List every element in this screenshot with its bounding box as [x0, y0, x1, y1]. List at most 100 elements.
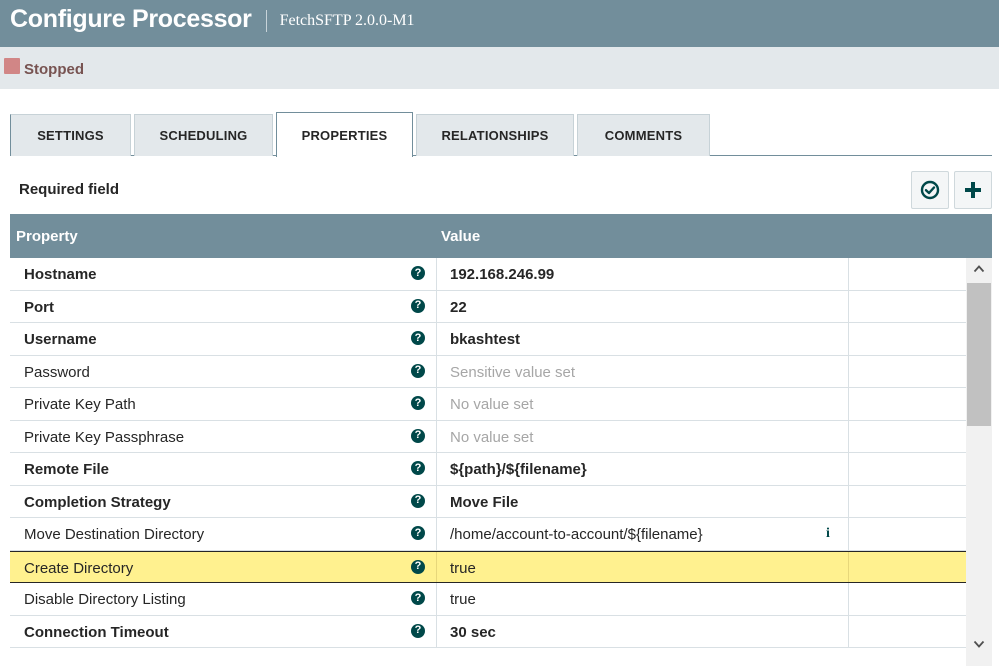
help-icon[interactable]: ? — [411, 331, 425, 345]
property-name: Username — [24, 331, 97, 348]
tab-comments[interactable]: COMMENTS — [577, 114, 710, 156]
help-icon[interactable]: ? — [411, 298, 425, 313]
help-icon[interactable]: ? — [411, 266, 425, 280]
table-row[interactable]: Remote File? ${path}/${filename} — [10, 453, 966, 486]
column-divider — [848, 551, 849, 582]
add-property-button[interactable] — [954, 171, 992, 209]
table-row[interactable]: Connection Timeout? 30 sec — [10, 615, 966, 648]
table-row[interactable]: Private Key Path? No value set — [10, 388, 966, 421]
tab-label: COMMENTS — [604, 128, 683, 143]
tab-bar: SETTINGS SCHEDULING PROPERTIES RELATIONS… — [10, 112, 992, 157]
column-divider — [848, 485, 849, 517]
scroll-up-arrow-icon[interactable] — [973, 263, 985, 275]
tab-settings[interactable]: SETTINGS — [10, 114, 131, 156]
column-divider — [436, 453, 437, 485]
table-row[interactable]: Hostname? 192.168.246.99 — [10, 258, 966, 291]
help-icon[interactable]: ? — [411, 461, 425, 475]
property-value[interactable]: No value set — [450, 429, 533, 446]
property-name: Completion Strategy — [24, 493, 171, 511]
help-icon[interactable]: ? — [411, 591, 425, 605]
column-divider — [848, 258, 849, 290]
status-text: Stopped — [24, 60, 84, 78]
tab-label: SCHEDULING — [159, 128, 248, 143]
table-row[interactable]: Port? 22 — [10, 290, 966, 323]
column-divider — [436, 420, 437, 452]
help-icon[interactable]: ? — [411, 559, 425, 574]
property-name: Private Key Passphrase — [24, 428, 185, 446]
column-divider — [436, 290, 437, 322]
column-divider — [848, 518, 849, 550]
tab-properties[interactable]: PROPERTIES — [276, 112, 413, 157]
vertical-scrollbar[interactable] — [966, 258, 992, 666]
column-divider — [436, 518, 437, 550]
column-divider — [848, 290, 849, 322]
column-header-property[interactable]: Property — [16, 228, 78, 245]
column-divider — [848, 420, 849, 452]
tab-scheduling[interactable]: SCHEDULING — [134, 114, 273, 156]
column-divider — [436, 551, 437, 582]
column-divider — [436, 323, 437, 355]
info-icon[interactable]: i — [826, 526, 830, 542]
property-value[interactable]: No value set — [450, 396, 533, 413]
property-value[interactable]: /home/account-to-account/${filename} — [450, 526, 703, 543]
column-divider — [848, 355, 849, 387]
tab-label: PROPERTIES — [301, 127, 388, 143]
property-name: Create Directory — [24, 559, 134, 577]
column-divider — [436, 258, 437, 290]
properties-table: Property Value Hostname? 192.168.246.99 Po… — [10, 214, 992, 666]
property-name: Disable Directory Listing — [24, 591, 186, 608]
tab-label: RELATIONSHIPS — [441, 128, 549, 143]
property-value[interactable]: ${path}/${filename} — [450, 461, 587, 478]
property-value[interactable]: Move File — [450, 494, 518, 511]
help-icon[interactable]: ? — [411, 396, 425, 410]
column-divider — [436, 485, 437, 517]
property-value[interactable]: 30 sec — [450, 624, 496, 641]
property-name: Hostname — [24, 266, 97, 283]
property-value[interactable]: 22 — [450, 299, 467, 316]
column-divider — [848, 453, 849, 485]
table-row[interactable]: Completion Strategy? Move File — [10, 485, 966, 518]
table-row[interactable]: Password? Sensitive value set — [10, 355, 966, 388]
processor-type-label: FetchSFTP 2.0.0-M1 — [279, 11, 415, 29]
property-name: Move Destination Directory — [24, 526, 205, 543]
column-header-value[interactable]: Value — [441, 228, 480, 245]
table-row[interactable]: Disable Directory Listing? true — [10, 583, 966, 616]
scrollbar-thumb[interactable] — [967, 283, 991, 426]
property-name: Connection Timeout — [24, 623, 169, 641]
stopped-icon — [4, 58, 20, 74]
help-icon[interactable]: ? — [411, 493, 425, 508]
tab-label: SETTINGS — [37, 128, 104, 143]
property-value[interactable]: bkashtest — [450, 331, 520, 348]
property-name: Port — [24, 298, 54, 316]
column-divider — [848, 615, 849, 647]
column-divider — [436, 355, 437, 387]
scroll-down-arrow-icon[interactable] — [973, 638, 985, 650]
table-row[interactable]: Private Key Passphrase? No value set — [10, 420, 966, 453]
column-divider — [848, 388, 849, 420]
help-icon[interactable]: ? — [411, 363, 425, 378]
help-icon[interactable]: ? — [411, 526, 425, 540]
property-value[interactable]: 192.168.246.99 — [450, 266, 554, 283]
title-divider — [265, 9, 267, 32]
column-divider — [848, 323, 849, 355]
status-bar: Stopped — [0, 47, 999, 89]
column-divider — [436, 583, 437, 615]
help-icon[interactable]: ? — [411, 623, 425, 638]
column-divider — [848, 583, 849, 615]
table-rows: Hostname? 192.168.246.99 Port? 22 Username? b… — [10, 258, 966, 648]
tab-relationships[interactable]: RELATIONSHIPS — [416, 114, 574, 156]
column-divider — [436, 615, 437, 647]
dialog-title: Configure Processor — [10, 5, 252, 33]
dialog-header: Configure Processor FetchSFTP 2.0.0-M1 — [0, 0, 999, 47]
help-icon[interactable]: ? — [411, 428, 425, 443]
table-row[interactable]: Move Destination Directory? /home/account… — [10, 518, 966, 551]
property-value[interactable]: Sensitive value set — [450, 364, 575, 381]
property-name: Remote File — [24, 461, 110, 478]
required-field-label: Required field — [19, 181, 120, 198]
table-row[interactable]: Username? bkashtest — [10, 323, 966, 356]
property-value[interactable]: true — [450, 560, 476, 577]
verify-properties-button[interactable] — [911, 171, 949, 209]
table-row[interactable]: Create Directory? true — [10, 550, 966, 583]
check-circle-icon — [920, 180, 940, 200]
property-value[interactable]: true — [450, 591, 476, 608]
